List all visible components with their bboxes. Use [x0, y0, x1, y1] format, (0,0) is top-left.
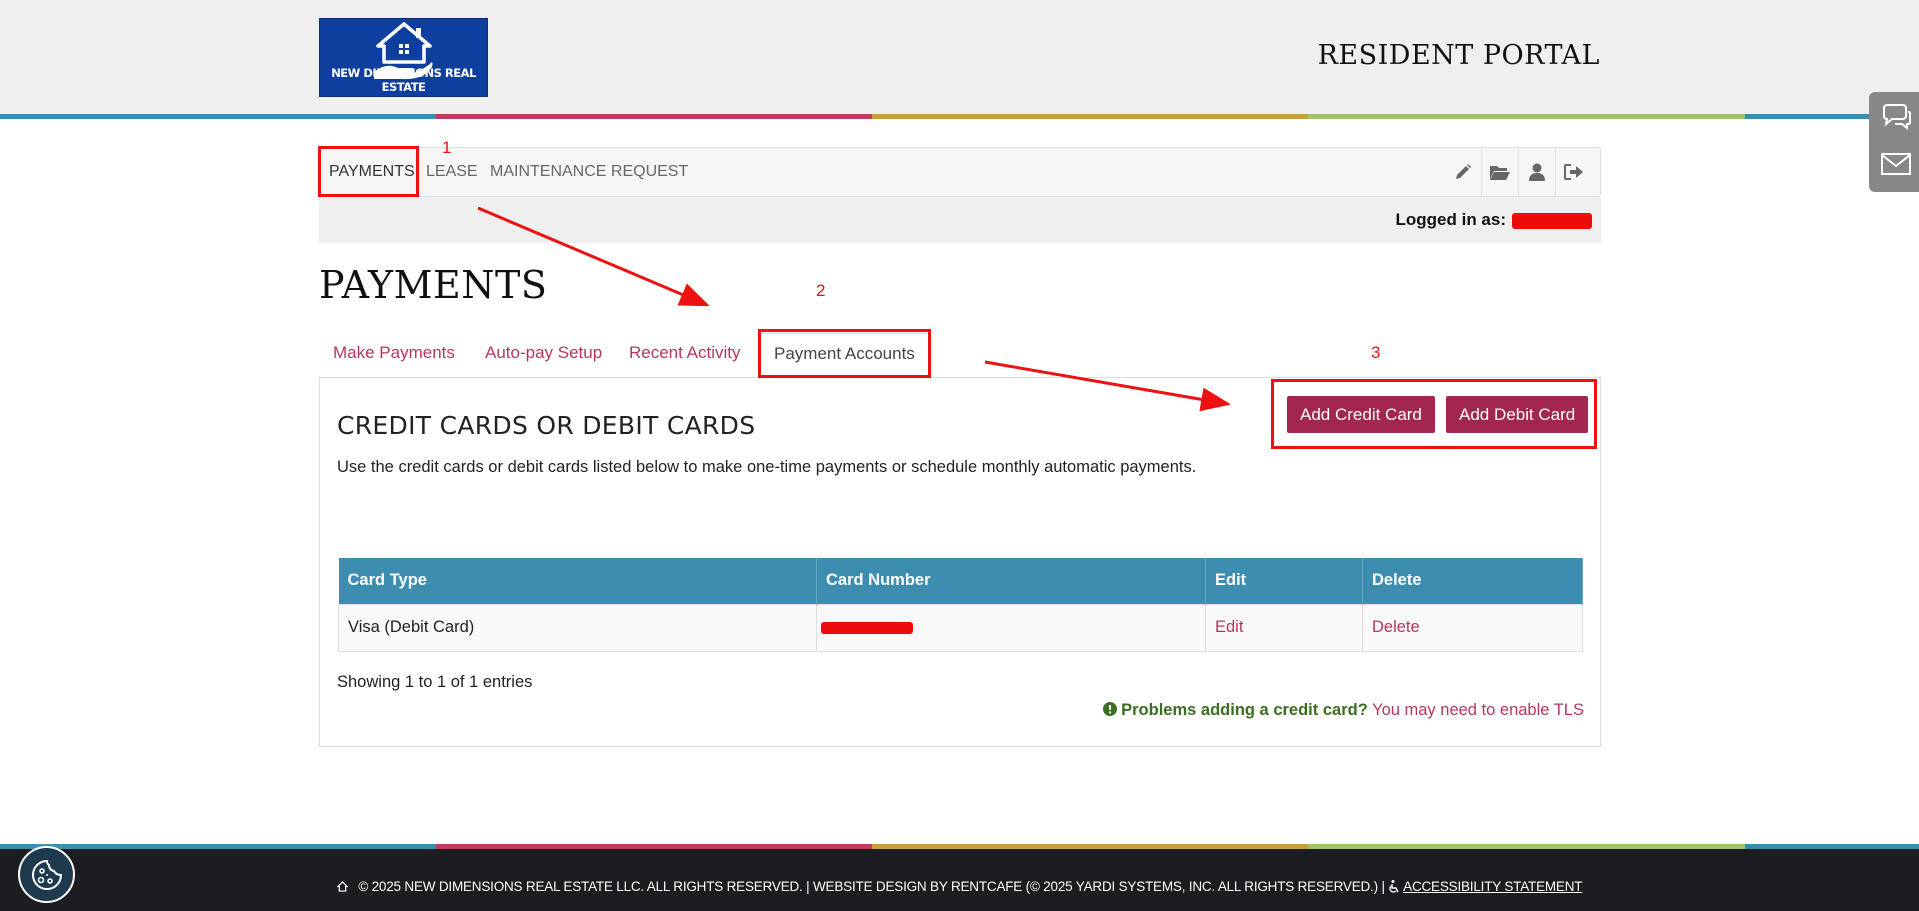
annotation-arrows [477, 206, 1231, 412]
annotation-arrow-1 [477, 206, 710, 307]
annotation-arrow-2 [984, 360, 1231, 412]
